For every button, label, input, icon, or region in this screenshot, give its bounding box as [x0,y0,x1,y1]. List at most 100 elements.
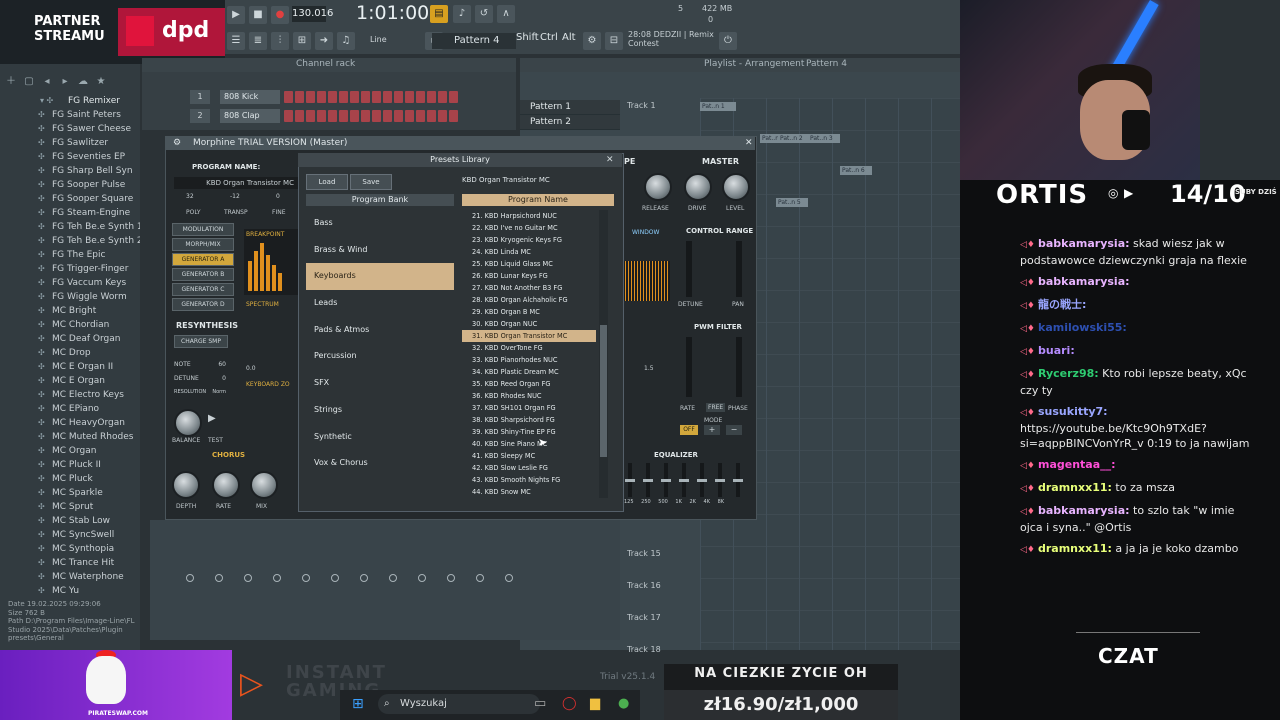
save-button[interactable]: Save [350,174,392,190]
program-item[interactable]: 41. KBD Sleepy MC [462,450,596,462]
program-item[interactable]: 27. KBD Not Another B3 FG [462,282,596,294]
browser-item[interactable]: MC Deaf Organ [0,332,140,346]
browser-item[interactable]: MC E Organ II [0,360,140,374]
program-item[interactable]: 29. KBD Organ B MC [462,306,596,318]
resynth-note-row[interactable]: NOTE 60 [174,361,226,368]
program-item[interactable]: 26. KBD Lunar Keys FG [462,270,596,282]
chat-username[interactable]: magentaa__: [1038,458,1116,471]
resynth-detune-row[interactable]: DETUNE 0 [174,375,226,382]
bank-item[interactable]: Vox & Chorus [306,450,454,477]
mixer-send-knob[interactable] [418,574,426,582]
browser-item[interactable]: MC Electro Keys [0,388,140,402]
bank-item[interactable]: Synthetic [306,424,454,451]
bank-item[interactable]: SFX [306,370,454,397]
browser-item[interactable]: MC Stab Low [0,514,140,528]
clip[interactable]: Pat..n 6 [840,166,872,175]
balance-knob[interactable] [174,409,202,437]
mixer-send-knob[interactable] [215,574,223,582]
browser-item[interactable]: MC Trance Hit [0,556,140,570]
tempo-display[interactable]: 130.016 [292,6,333,22]
chat-username[interactable]: babkamarysia: [1038,504,1130,517]
resynth-detune-value[interactable]: 0 [222,375,226,382]
program-item[interactable]: 21. KBD Harpsichord NUC [462,210,596,222]
chat-username[interactable]: susukitty7: [1038,405,1108,418]
browser-item[interactable]: MC Bright [0,304,140,318]
browser-item[interactable]: FG Teh Be.e Synth 2 [0,234,140,248]
channel-row-1[interactable]: 1 808 Kick [190,90,510,108]
gear-icon[interactable]: ⚙ [583,32,601,50]
channel-rack-titlebar[interactable]: Channel rack [142,58,516,72]
track-label[interactable]: Track 17 [622,608,689,628]
arrow-icon[interactable]: ➜ [315,32,333,50]
mixer-send-knob[interactable] [273,574,281,582]
browser-item[interactable]: MC EPiano [0,402,140,416]
loop-icon[interactable]: ↺ [475,5,493,23]
program-item[interactable]: 40. KBD Sine Piano MC [462,438,596,450]
pwm-rate-slider[interactable] [686,337,692,397]
program-item[interactable]: 32. KBD OverTone FG [462,342,596,354]
browser-star-icon[interactable]: ★ [94,76,108,87]
browser-item[interactable]: MC Pluck II [0,458,140,472]
mixer-send-knob[interactable] [360,574,368,582]
drive-knob[interactable] [684,173,712,201]
bank-item[interactable]: Strings [306,397,454,424]
bank-item[interactable]: Bass [306,210,454,237]
gear-icon[interactable]: ⚙ [173,136,181,150]
browser-item[interactable]: FG Sawer Cheese [0,122,140,136]
browser-item[interactable]: FG Sooper Square [0,192,140,206]
chat-username[interactable]: babkamarysia: [1038,237,1130,250]
track-label[interactable]: Track 1 [622,96,689,116]
opera-icon[interactable]: ◯ [562,696,577,711]
bank-item[interactable]: Percussion [306,343,454,370]
snap-selector[interactable]: Line [370,35,387,44]
chat-username[interactable]: kamilowski55: [1038,321,1127,334]
browser-back-icon[interactable]: ◂ [40,76,54,87]
detune-slider[interactable] [686,241,692,297]
breakpoint-display[interactable]: BREAKPOINT [244,229,298,295]
mixer-send-knob[interactable] [505,574,513,582]
chrome-icon[interactable]: ● [618,696,629,711]
program-item[interactable]: 28. KBD Organ Alchaholic FG [462,294,596,306]
power-icon[interactable]: ⏻ [719,32,737,50]
resynth-resolution-row[interactable]: RESOLUTION Norm [174,389,226,395]
browser-item[interactable]: MC Muted Rhodes [0,430,140,444]
pwm-minus-button[interactable]: − [726,425,742,435]
browser-item[interactable]: FG Steam-Engine [0,206,140,220]
program-item[interactable]: 31. KBD Organ Transistor MC [462,330,596,342]
morph-mix-button[interactable]: MORPH/MIX [172,238,234,251]
program-item[interactable]: 25. KBD Liquid Glass MC [462,258,596,270]
browser-item[interactable]: MC Sparkle [0,486,140,500]
charge-sample-button[interactable]: CHARGE SMP [174,335,228,348]
poly-value[interactable]: 32 [186,193,194,200]
pan-slider[interactable] [736,241,742,297]
clip[interactable]: Pat..n 2 [778,134,810,143]
windows-start-icon[interactable]: ⊞ [352,696,364,712]
program-item[interactable]: 24. KBD Linda MC [462,246,596,258]
chat-username[interactable]: dramnxx11: [1038,481,1112,494]
resynth-resolution-value[interactable]: Norm [212,389,226,395]
clip[interactable]: Pat..n 3 [808,134,840,143]
test-play-icon[interactable]: ▶ [208,413,216,424]
chat-username[interactable]: buari: [1038,344,1075,357]
tempo-tap-icon[interactable]: ∧ [497,5,515,23]
window-button[interactable]: WINDOW [632,229,659,236]
modulation-button[interactable]: MODULATION [172,223,234,236]
browser-icon[interactable]: ☰ [227,32,245,50]
program-item[interactable]: 39. KBD Shiny-Tine EP FG [462,426,596,438]
browser-item[interactable]: FG Remixer [0,94,140,108]
channel-rack-icon[interactable]: ⊞ [293,32,311,50]
presets-close-icon[interactable]: ✕ [606,155,618,165]
clip[interactable]: Pat..n 1 [700,102,736,111]
program-item[interactable]: 33. KBD Pianorhodes NUC [462,354,596,366]
browser-item[interactable]: FG Trigger-Finger [0,262,140,276]
mixer-send-knob[interactable] [244,574,252,582]
mixer-send-knob[interactable] [186,574,194,582]
pattern-item[interactable]: Pattern 1 [520,100,620,115]
piano-roll-icon[interactable]: ≣ [249,32,267,50]
program-item[interactable]: 44. KBD Snow MC [462,486,596,498]
browser-item[interactable]: MC Waterphone [0,570,140,584]
browser-item[interactable]: MC Synthopia [0,542,140,556]
spectrum-tab[interactable]: SPECTRUM [246,301,279,308]
browser-item[interactable]: MC E Organ [0,374,140,388]
taskbar-search[interactable]: ⌕ Wyszukaj [378,694,540,714]
